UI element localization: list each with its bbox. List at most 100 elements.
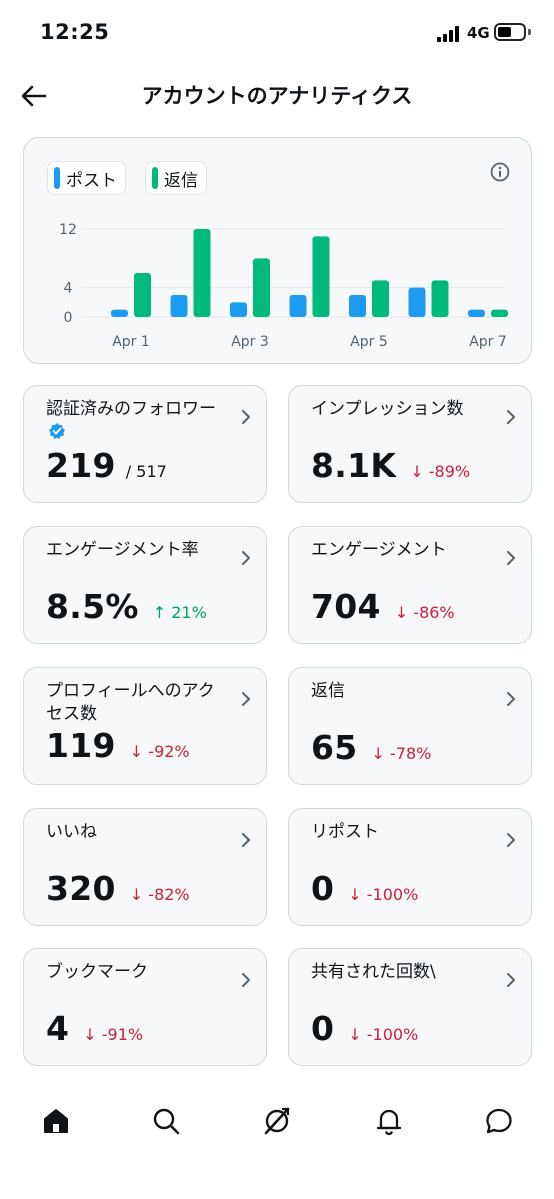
chart-card: ポスト 返信 12 4 0 Apr 1 Apr 3 Apr 5 Apr 7 xyxy=(23,137,532,364)
bar-posts xyxy=(349,295,366,317)
signal-icon xyxy=(437,26,463,42)
metric-value: 219 xyxy=(46,446,116,485)
metric-label: エンゲージメント率 xyxy=(46,539,226,562)
nav-notifications[interactable] xyxy=(372,1104,406,1138)
metric-card-engagement-rate[interactable]: エンゲージメント率 8.5% ↑ 21% xyxy=(23,526,267,644)
x-tick-label: Apr 3 xyxy=(231,334,269,350)
metric-value: 4 xyxy=(46,1009,70,1048)
metric-value-row: 0 ↓ -100% xyxy=(311,869,418,908)
metric-label-text: ブックマーク xyxy=(46,962,148,982)
bar-replies xyxy=(491,309,508,317)
nav-search[interactable] xyxy=(149,1104,183,1138)
metric-card-bookmarks[interactable]: ブックマーク 4 ↓ -91% xyxy=(23,948,267,1066)
metric-value-row: 8.1K ↓ -89% xyxy=(311,446,470,485)
message-icon xyxy=(486,1108,512,1134)
arrow-up-icon: ↑ xyxy=(152,603,167,622)
metric-value: 119 xyxy=(46,726,116,765)
metric-label-text: エンゲージメント xyxy=(311,540,447,560)
nav-home[interactable] xyxy=(39,1104,73,1138)
metric-card-replies[interactable]: 返信 65 ↓ -78% xyxy=(288,667,532,785)
verified-badge-icon xyxy=(49,423,65,439)
battery-cap xyxy=(528,29,531,35)
arrow-down-icon: ↓ xyxy=(348,885,362,904)
y-tick-label: 0 xyxy=(64,310,73,326)
metric-value: 0 xyxy=(311,1009,335,1048)
metric-value-row: 320 ↓ -82% xyxy=(46,869,190,908)
chevron-right-icon xyxy=(507,551,515,565)
bar-replies xyxy=(372,280,389,317)
metric-change-value: -89% xyxy=(428,462,471,481)
bar-posts xyxy=(408,287,426,317)
arrow-down-icon: ↓ xyxy=(371,744,385,763)
header: アカウントのアナリティクス xyxy=(0,68,554,124)
metric-label: リポスト xyxy=(311,821,491,844)
metric-card-verified-followers[interactable]: 認証済みのフォロワー 219 / 517 xyxy=(23,385,267,503)
metric-change: ↓ -100% xyxy=(348,1025,418,1044)
metric-change-value: -91% xyxy=(101,1025,144,1044)
bar-replies xyxy=(431,280,449,317)
metric-value-row: 219 / 517 xyxy=(46,446,167,485)
bar-posts xyxy=(289,295,307,317)
page-title: アカウントのアナリティクス xyxy=(141,84,413,108)
metric-card-impressions[interactable]: インプレッション数 8.1K ↓ -89% xyxy=(288,385,532,503)
arrow-down-icon: ↓ xyxy=(129,742,144,761)
bar-replies xyxy=(253,258,270,317)
metric-value: 704 xyxy=(311,587,381,626)
metric-change-value: -82% xyxy=(148,885,190,904)
metric-change-value: 21% xyxy=(171,603,207,622)
metric-label-text: エンゲージメント率 xyxy=(46,540,199,560)
bar-posts xyxy=(111,309,128,317)
arrow-down-icon: ↓ xyxy=(83,1025,97,1044)
metric-value: 0 xyxy=(311,869,335,908)
x-tick-label: Apr 1 xyxy=(112,334,150,350)
metric-change: ↓ -92% xyxy=(130,742,190,761)
chevron-right-icon xyxy=(242,551,250,565)
metric-card-likes[interactable]: いいね 320 ↓ -82% xyxy=(23,808,267,926)
metric-card-profile-visits[interactable]: プロフィールへのアクセス数 119 ↓ -92% xyxy=(23,667,267,785)
metric-value: 8.1K xyxy=(311,446,397,485)
chevron-right-icon xyxy=(242,410,250,424)
bar-posts xyxy=(230,302,247,317)
metric-label: ブックマーク xyxy=(46,961,226,984)
search-icon xyxy=(153,1108,180,1135)
metric-card-shares[interactable]: 共有された回数\ 0 ↓ -100% xyxy=(288,948,532,1066)
metric-value: 8.5% xyxy=(46,587,139,626)
metric-value-row: 119 ↓ -92% xyxy=(46,726,190,765)
metric-label-text: 共有された回数\ xyxy=(311,962,436,982)
metric-change: ↓ -86% xyxy=(395,603,455,622)
metric-change-value: -100% xyxy=(366,885,419,904)
bottom-nav xyxy=(0,1090,554,1150)
chevron-right-icon xyxy=(242,692,250,706)
bar-posts xyxy=(468,309,485,317)
nav-grok[interactable] xyxy=(260,1104,294,1138)
metric-value: 65 xyxy=(311,728,358,767)
arrow-down-icon: ↓ xyxy=(394,603,409,622)
home-indicator xyxy=(206,1182,348,1187)
metric-label-text: 認証済みのフォロワー xyxy=(46,399,216,419)
metric-label: 認証済みのフォロワー xyxy=(46,398,226,444)
arrow-down-icon: ↓ xyxy=(129,885,144,904)
metric-label: インプレッション数 xyxy=(311,398,491,421)
nav-messages[interactable] xyxy=(482,1104,516,1138)
metric-change: ↑ 21% xyxy=(153,603,207,622)
metric-change-value: -86% xyxy=(413,603,455,622)
metric-change-value: -78% xyxy=(390,744,432,763)
metric-card-engagements[interactable]: エンゲージメント 704 ↓ -86% xyxy=(288,526,532,644)
chevron-right-icon xyxy=(507,833,515,847)
metric-card-reposts[interactable]: リポスト 0 ↓ -100% xyxy=(288,808,532,926)
bar-chart: 12 4 0 Apr 1 Apr 3 Apr 5 Apr 7 xyxy=(59,222,508,350)
metric-change-value: -100% xyxy=(366,1025,419,1044)
metric-label: エンゲージメント xyxy=(311,539,491,562)
arrow-down-icon: ↓ xyxy=(348,1025,362,1044)
metric-change-value: -92% xyxy=(148,742,190,761)
metric-label: 返信 xyxy=(311,680,491,703)
chevron-right-icon xyxy=(242,973,250,987)
home-icon xyxy=(44,1109,68,1133)
metric-change: ↓ -89% xyxy=(410,462,470,481)
chevron-right-icon xyxy=(507,973,515,987)
metric-label-text: プロフィールへのアクセス数 xyxy=(46,681,215,724)
metric-total: / 517 xyxy=(125,462,167,481)
status-time: 12:25 xyxy=(40,20,110,44)
bar-replies xyxy=(134,273,151,317)
bar-posts xyxy=(170,295,188,317)
